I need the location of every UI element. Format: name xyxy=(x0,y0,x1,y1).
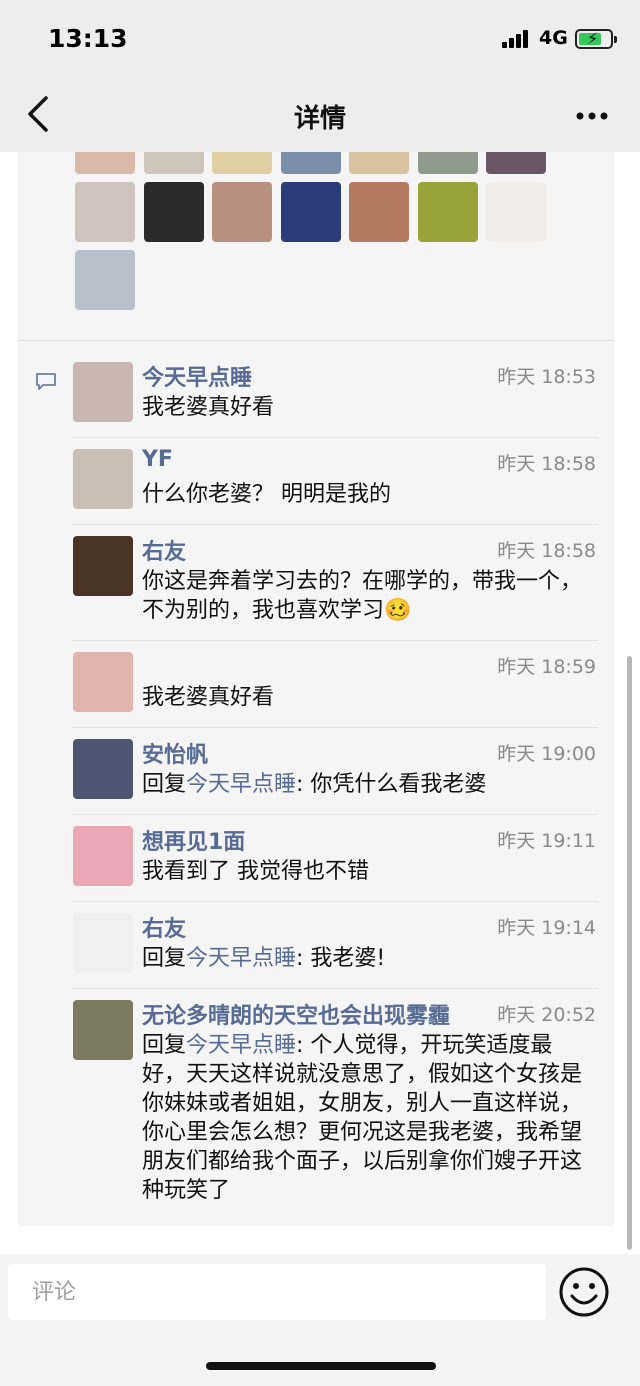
reply-target-name[interactable]: 今天早点睡 xyxy=(186,946,296,971)
avatar[interactable] xyxy=(73,652,133,712)
commenter-name[interactable]: 今天早点睡 xyxy=(142,360,252,392)
commenter-name[interactable]: 想再见1面 xyxy=(142,824,245,856)
comment-text: 你这是奔着学习去的？在哪学的，带我一个，不为别的，我也喜欢学习🥴 xyxy=(142,569,583,623)
reply-prefix: 回复 xyxy=(142,946,187,971)
comment-text: 回复今天早点睡: 你凭什么看我老婆 xyxy=(142,770,594,799)
divider xyxy=(72,524,598,525)
liker-avatar[interactable] xyxy=(417,152,478,174)
comment-text: 我看到了 我觉得也不错 xyxy=(142,859,369,884)
liker-avatar[interactable] xyxy=(75,152,135,174)
liker-avatar[interactable] xyxy=(486,182,546,242)
liker-avatar[interactable] xyxy=(280,152,341,174)
comment-icon xyxy=(36,373,56,390)
battery-icon: ⚡ xyxy=(575,29,617,49)
liker-avatar[interactable] xyxy=(486,152,546,174)
comment-time: 昨天 18:58 xyxy=(497,540,596,562)
avatar[interactable] xyxy=(73,536,133,596)
liker-avatar[interactable] xyxy=(349,152,409,174)
more-dots-icon xyxy=(576,112,608,120)
comment-time: 昨天 19:11 xyxy=(497,830,596,852)
reply-body: : 个人觉得，开玩笑适度最好，天天这样说就没意思了，假如这个女孩是你妹妹或者姐姐… xyxy=(142,1033,583,1203)
comment-time: 昨天 19:14 xyxy=(497,917,596,939)
reply-body: : 你凭什么看我老婆 xyxy=(296,772,487,797)
comment-time: 昨天 18:58 xyxy=(497,453,596,475)
scrollbar[interactable] xyxy=(627,656,632,1250)
page-title: 详情 xyxy=(293,104,346,134)
status-time: 13:13 xyxy=(48,24,128,53)
likes-grid xyxy=(18,152,614,332)
divider xyxy=(72,988,598,989)
comment-text: 回复今天早点睡: 个人觉得，开玩笑适度最好，天天这样说就没意思了，假如这个女孩是… xyxy=(142,1031,594,1205)
more-button[interactable] xyxy=(572,98,616,134)
signal-icon xyxy=(502,30,532,48)
divider xyxy=(18,340,614,341)
divider xyxy=(72,727,598,728)
reply-prefix: 回复 xyxy=(142,772,187,797)
reply-prefix: 回复 xyxy=(142,1033,187,1058)
home-indicator xyxy=(206,1362,436,1370)
reply-target-name[interactable]: 今天早点睡 xyxy=(186,772,296,797)
comment-text: 什么你老婆？ 明明是我的 xyxy=(142,482,391,507)
comment-time: 昨天 18:59 xyxy=(497,656,596,678)
comment-input[interactable] xyxy=(8,1264,546,1320)
divider xyxy=(72,814,598,815)
divider xyxy=(72,901,598,902)
liker-avatar[interactable] xyxy=(143,182,204,242)
commenter-name[interactable]: 安怡帆 xyxy=(142,737,208,769)
commenter-name[interactable]: YF xyxy=(142,447,173,472)
emoji-button[interactable] xyxy=(558,1266,610,1318)
liker-avatar[interactable] xyxy=(212,152,272,174)
avatar[interactable] xyxy=(73,739,133,799)
liker-avatar[interactable] xyxy=(75,182,135,242)
comment-text: 回复今天早点睡: 我老婆! xyxy=(142,944,594,973)
comment-text: 我老婆真好看 xyxy=(142,685,275,710)
liker-avatar[interactable] xyxy=(349,182,409,242)
reply-body: : 我老婆! xyxy=(296,946,386,971)
comment-bar xyxy=(0,1254,640,1386)
avatar[interactable] xyxy=(73,449,133,509)
commenter-name[interactable]: 右友 xyxy=(142,911,186,943)
comment-time: 昨天 18:53 xyxy=(497,366,596,388)
liker-avatar[interactable] xyxy=(212,182,272,242)
liker-avatar[interactable] xyxy=(280,182,341,242)
network-type: 4G xyxy=(539,27,568,49)
liker-avatar[interactable] xyxy=(417,182,478,242)
liker-avatar[interactable] xyxy=(75,250,135,310)
divider xyxy=(72,437,598,438)
liker-avatar[interactable] xyxy=(143,152,204,174)
avatar[interactable] xyxy=(73,1000,133,1060)
smiley-icon xyxy=(559,1267,609,1317)
reply-target-name[interactable]: 今天早点睡 xyxy=(186,1033,296,1058)
comment-time: 昨天 20:52 xyxy=(497,1004,596,1026)
commenter-name[interactable]: 无论多晴朗的天空也会出现雾霾 xyxy=(142,998,450,1030)
status-bar: 13:13 4G ⚡ xyxy=(0,0,640,80)
comment-time: 昨天 19:00 xyxy=(497,743,596,765)
avatar[interactable] xyxy=(73,913,133,973)
divider xyxy=(72,640,598,641)
avatar[interactable] xyxy=(73,826,133,886)
commenter-name[interactable]: 右友 xyxy=(142,534,186,566)
nav-bar: 详情 xyxy=(0,80,640,152)
comment-text: 我老婆真好看 xyxy=(142,395,275,420)
avatar[interactable] xyxy=(73,362,133,422)
detail-content: 今天早点睡 昨天 18:53 我老婆真好看 YF 昨天 18:58 什么你老婆？ 明明是我… xyxy=(18,152,614,1226)
